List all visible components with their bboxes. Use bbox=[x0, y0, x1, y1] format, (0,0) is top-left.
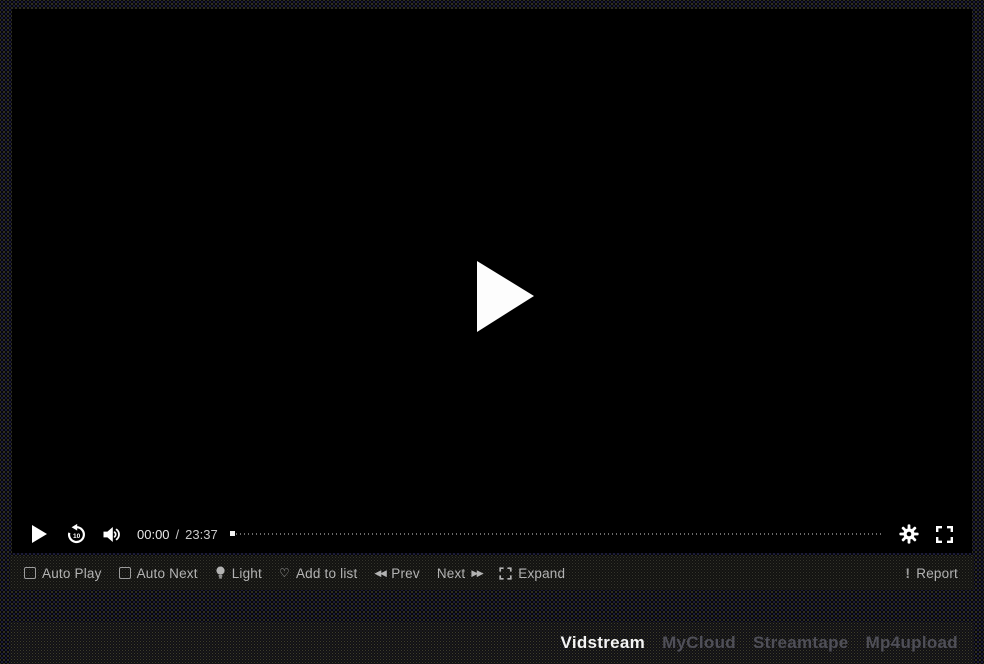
server-streamtape[interactable]: Streamtape bbox=[753, 633, 849, 653]
volume-button[interactable] bbox=[102, 525, 125, 544]
add-to-list-label: Add to list bbox=[296, 566, 357, 581]
player-toolbar: Auto Play Auto Next Light ♡ Add to list … bbox=[10, 556, 974, 590]
auto-next-checkbox[interactable] bbox=[119, 567, 131, 579]
auto-play-checkbox[interactable] bbox=[24, 567, 36, 579]
expand-icon bbox=[499, 567, 512, 580]
auto-next-label: Auto Next bbox=[137, 566, 198, 581]
expand-button[interactable]: Expand bbox=[499, 566, 565, 581]
seek-bar[interactable] bbox=[230, 527, 883, 541]
volume-icon bbox=[102, 525, 125, 544]
player-control-bar: 10 00:00 / 23:37 bbox=[12, 515, 972, 553]
add-to-list-button[interactable]: ♡ Add to list bbox=[279, 566, 357, 581]
server-mycloud[interactable]: MyCloud bbox=[662, 633, 736, 653]
server-vidstream[interactable]: Vidstream bbox=[560, 633, 645, 653]
expand-label: Expand bbox=[518, 566, 565, 581]
next-episode-button[interactable]: Next ▶▶ bbox=[437, 566, 482, 581]
report-label: Report bbox=[916, 566, 958, 581]
prev-episode-button[interactable]: ◀◀ Prev bbox=[374, 566, 419, 581]
page-background: { "player": { "current_time": "00:00", "… bbox=[0, 0, 984, 664]
lightbulb-icon bbox=[215, 566, 226, 580]
auto-play-label: Auto Play bbox=[42, 566, 102, 581]
seek-playhead[interactable] bbox=[230, 531, 235, 536]
svg-text:10: 10 bbox=[73, 533, 81, 540]
fullscreen-icon bbox=[935, 525, 954, 544]
prev-arrows-icon: ◀◀ bbox=[374, 569, 385, 578]
report-exclamation-icon: ! bbox=[905, 565, 910, 581]
rewind-10-button[interactable]: 10 bbox=[65, 523, 88, 546]
play-icon bbox=[32, 525, 47, 543]
current-time: 00:00 bbox=[137, 527, 170, 542]
auto-next-toggle[interactable]: Auto Next bbox=[119, 566, 198, 581]
seek-track bbox=[236, 533, 883, 535]
duration: 23:37 bbox=[185, 527, 218, 542]
server-mp4upload[interactable]: Mp4upload bbox=[866, 633, 958, 653]
fullscreen-button[interactable] bbox=[935, 525, 954, 544]
prev-label: Prev bbox=[391, 566, 420, 581]
heart-icon: ♡ bbox=[279, 567, 290, 579]
light-label: Light bbox=[232, 566, 262, 581]
light-toggle[interactable]: Light bbox=[215, 566, 262, 581]
time-display: 00:00 / 23:37 bbox=[137, 527, 218, 542]
play-button[interactable] bbox=[24, 525, 47, 543]
big-play-button[interactable] bbox=[477, 261, 534, 332]
video-player[interactable]: 10 00:00 / 23:37 bbox=[12, 9, 972, 553]
rewind-10-icon: 10 bbox=[65, 523, 88, 546]
next-label: Next bbox=[437, 566, 466, 581]
next-arrows-icon: ▶▶ bbox=[471, 569, 482, 578]
report-button[interactable]: ! Report bbox=[905, 565, 958, 581]
server-select-bar: Vidstream MyCloud Streamtape Mp4upload bbox=[10, 622, 974, 664]
settings-button[interactable] bbox=[899, 524, 919, 544]
time-separator: / bbox=[176, 527, 180, 542]
auto-play-toggle[interactable]: Auto Play bbox=[24, 566, 102, 581]
gear-icon bbox=[899, 524, 919, 544]
